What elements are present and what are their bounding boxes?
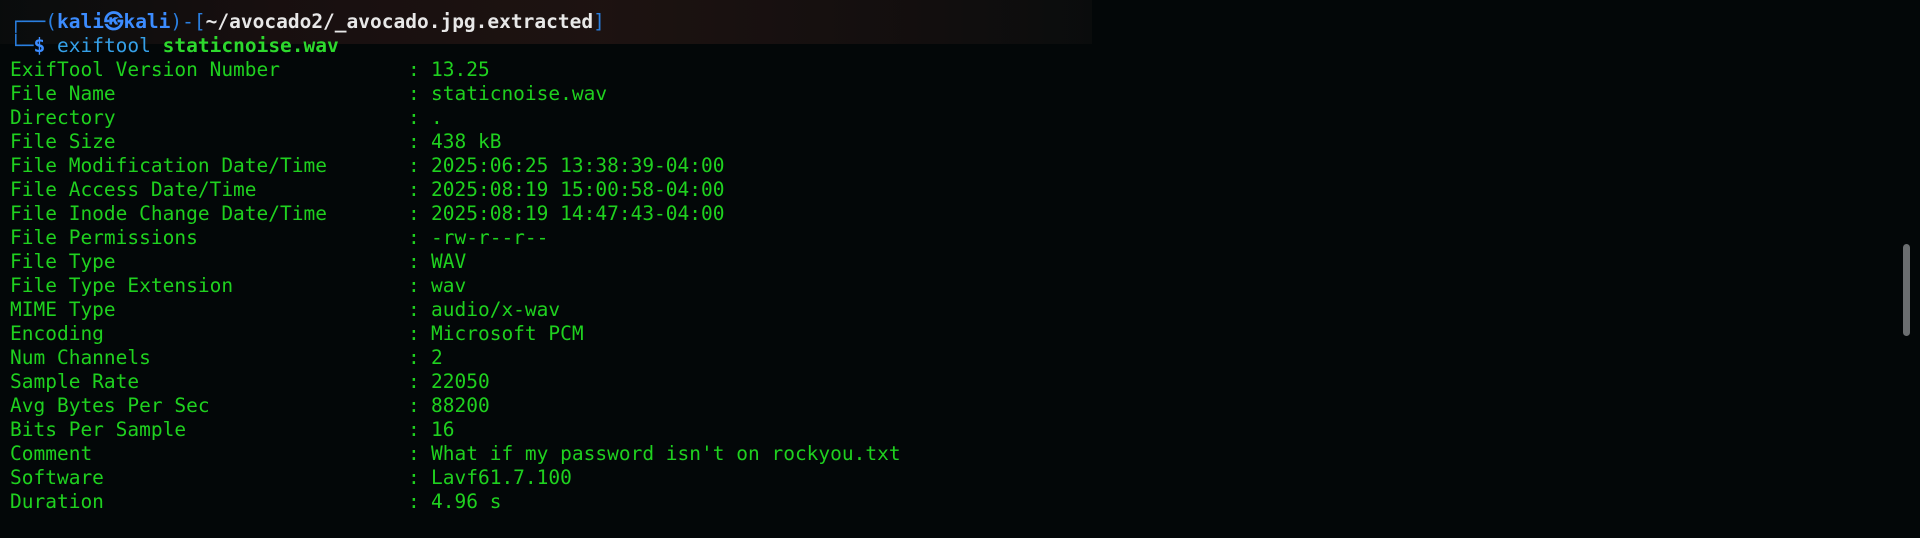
output-separator: :: [408, 106, 420, 129]
output-value: audio/x-wav: [431, 298, 561, 321]
output-separator: :: [408, 202, 420, 225]
scrollbar[interactable]: [1900, 0, 1912, 538]
output-separator: :: [408, 322, 420, 345]
output-separator: :: [408, 394, 420, 417]
output-key: Avg Bytes Per Sec: [10, 394, 210, 417]
output-separator: :: [408, 466, 420, 489]
output-key: Sample Rate: [10, 370, 140, 393]
output-separator: :: [408, 274, 420, 297]
output-row: Avg Bytes Per Sec:88200: [10, 394, 1890, 418]
output-value: 2: [431, 346, 443, 369]
output-key: Bits Per Sample: [10, 418, 187, 441]
output-row: File Type: WAV: [10, 250, 1890, 274]
prompt-line-top: ┌──(kali ㉿ kali)-[~/avocado2/_avocado.jpg.…: [10, 10, 1890, 34]
command-name: exiftool: [56, 34, 151, 57]
output-value: 4.96 s: [431, 490, 502, 513]
output-value: 16: [431, 418, 455, 441]
output-row: Encoding: Microsoft PCM: [10, 322, 1890, 346]
output-key: File Modification Date/Time: [10, 154, 327, 177]
output-key: File Type Extension: [10, 274, 234, 297]
output-key: File Size: [10, 130, 116, 153]
output-key: Encoding: [10, 322, 104, 345]
output-key: File Inode Change Date/Time: [10, 202, 327, 225]
output-key: File Access Date/Time: [10, 178, 257, 201]
output-key: File Permissions: [10, 226, 198, 249]
output-key: Num Channels: [10, 346, 151, 369]
output-row: File Name: staticnoise.wav: [10, 82, 1890, 106]
scrollbar-thumb[interactable]: [1903, 244, 1910, 336]
output-row: MIME Type: audio/x-wav: [10, 298, 1890, 322]
output-separator: :: [408, 58, 420, 81]
output-separator: :: [408, 346, 420, 369]
output-value: -rw-r--r--: [431, 226, 549, 249]
output-row: File Modification Date/Time:2025:06:25 1…: [10, 154, 1890, 178]
output-row: File Inode Change Date/Time:2025:08:19 1…: [10, 202, 1890, 226]
output-value: What if my password isn't on rockyou.txt: [431, 442, 901, 465]
prompt-corner-top: ┌──(: [10, 10, 57, 33]
output-key: MIME Type: [10, 298, 116, 321]
output-separator: :: [408, 154, 420, 177]
output-value: wav: [431, 274, 467, 297]
prompt-mid: )-[: [170, 10, 206, 33]
output-row: Duration:4.96 s: [10, 490, 1890, 514]
output-key: Duration: [10, 490, 104, 513]
output-row: Num Channels:2: [10, 346, 1890, 370]
output-separator: :: [408, 250, 420, 273]
prompt-line-command[interactable]: └─ $ exiftool staticnoise.wav: [10, 34, 1890, 58]
output-value: staticnoise.wav: [431, 82, 608, 105]
output-separator: :: [408, 178, 420, 201]
terminal-window[interactable]: ┌──(kali ㉿ kali)-[~/avocado2/_avocado.jpg.…: [10, 10, 1890, 538]
output-value: 2025:08:19 14:47:43-04:00: [431, 202, 725, 225]
output-row: Sample Rate:22050: [10, 370, 1890, 394]
output-value: 13.25: [431, 58, 490, 81]
output-value: WAV: [431, 250, 467, 273]
output-key: File Type: [10, 250, 116, 273]
output-separator: :: [408, 82, 420, 105]
output-row: File Type Extension: wav: [10, 274, 1890, 298]
output-separator: :: [408, 130, 420, 153]
output-key: Software: [10, 466, 104, 489]
output-separator: :: [408, 418, 420, 441]
output-value: 2025:06:25 13:38:39-04:00: [431, 154, 725, 177]
output-separator: :: [408, 442, 420, 465]
prompt-dollar: $: [33, 34, 46, 57]
output-row: File Access Date/Time:2025:08:19 15:00:5…: [10, 178, 1890, 202]
prompt-corner-bottom: └─: [10, 34, 34, 57]
output-value: 88200: [431, 394, 490, 417]
prompt-user: kali: [56, 10, 104, 33]
output-value: Microsoft PCM: [431, 322, 584, 345]
output-row: File Permissions: -rw-r--r--: [10, 226, 1890, 250]
output-row: Software: Lavf61.7.100: [10, 466, 1890, 490]
output-row: ExifTool Version Number:13.25: [10, 58, 1890, 82]
output-value: 2025:08:19 15:00:58-04:00: [431, 178, 725, 201]
command-argument: staticnoise.wav: [162, 34, 339, 57]
output-value: Lavf61.7.100: [431, 466, 572, 489]
output-value: 22050: [431, 370, 490, 393]
output-row: Comment: What if my password isn't on roc…: [10, 442, 1890, 466]
output-value: 438 kB: [431, 130, 502, 153]
output-key: Directory: [10, 106, 116, 129]
skull-icon: ㉿: [103, 10, 124, 33]
output-row: Bits Per Sample:16: [10, 418, 1890, 442]
output-separator: :: [408, 226, 420, 249]
prompt-cwd: ~/avocado2/_avocado.jpg.extracted: [205, 10, 594, 33]
output-value: .: [431, 106, 443, 129]
output-separator: :: [408, 490, 420, 513]
exiftool-output: ExifTool Version Number:13.25 File Name: s…: [10, 58, 1890, 514]
output-separator: :: [408, 298, 420, 321]
output-separator: :: [408, 370, 420, 393]
output-row: Directory:.: [10, 106, 1890, 130]
output-key: File Name: [10, 82, 116, 105]
output-key: Comment: [10, 442, 93, 465]
prompt-close: ]: [593, 10, 605, 33]
prompt-host: kali: [123, 10, 171, 33]
output-key: ExifTool Version Number: [10, 58, 281, 81]
output-row: File Size:438 kB: [10, 130, 1890, 154]
